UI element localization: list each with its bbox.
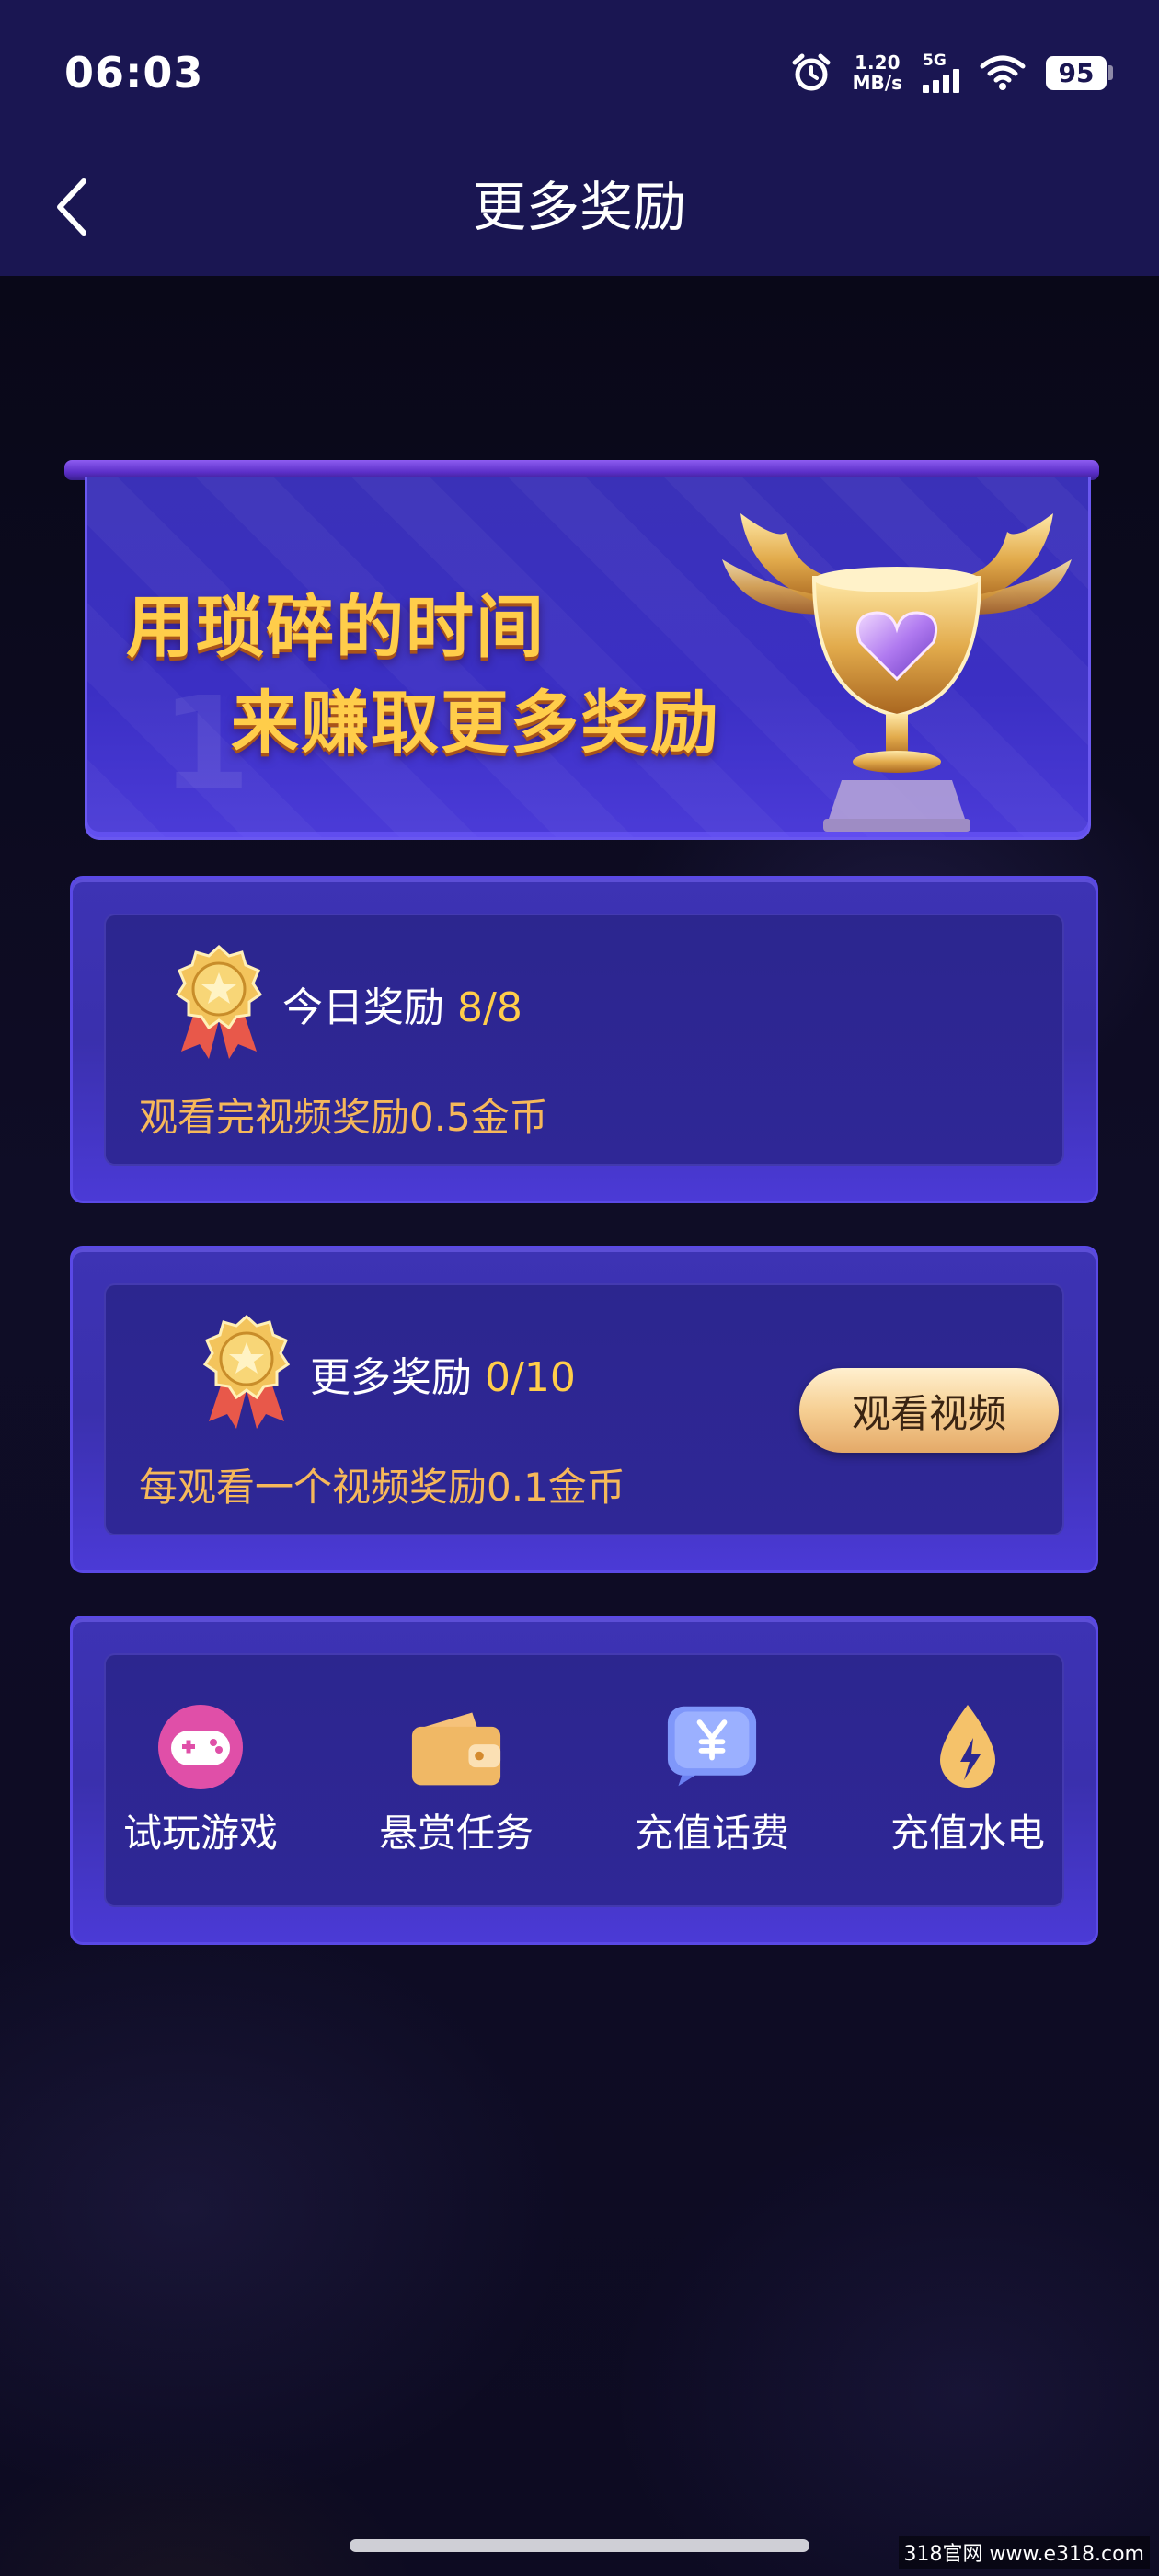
alarm-clock-icon [792, 53, 831, 91]
battery-indicator: 95 [1046, 55, 1113, 90]
today-reward-label: 今日奖励 [282, 984, 444, 1031]
today-reward-card: 今日奖励 8/8 观看完视频奖励0.5金币 [70, 876, 1098, 1203]
shortcut-grid: 试玩游戏 悬赏任务 充值话费 充值水电 [73, 1701, 1096, 1858]
watch-video-button[interactable]: 观看视频 [799, 1368, 1059, 1453]
status-icons: 1.20 MB/s 5G 95 [790, 52, 1113, 94]
today-reward-description: 观看完视频奖励0.5金币 [139, 1095, 548, 1140]
network-speed-unit: MB/s [852, 72, 902, 94]
wifi-icon [980, 55, 1026, 90]
battery-tip [1108, 65, 1113, 80]
shortcut-label: 充值水电 [889, 1811, 1045, 1856]
gold-medal-icon [175, 944, 263, 1059]
yuan-chat-icon [666, 1701, 758, 1793]
banner-headline-line1: 用琐碎的时间 [126, 588, 545, 667]
status-time: 06:03 [64, 48, 204, 98]
shortcut-label: 试玩游戏 [122, 1811, 278, 1856]
more-reward-card: 更多奖励 0/10 每观看一个视频奖励0.1金币 观看视频 [70, 1246, 1098, 1573]
more-reward-description: 每观看一个视频奖励0.1金币 [139, 1465, 625, 1510]
wallet-icon [410, 1701, 502, 1793]
winged-trophy-icon [722, 513, 1072, 832]
gamepad-icon [155, 1701, 247, 1793]
shortcut-label: 悬赏任务 [378, 1811, 534, 1856]
shortcut-phone-recharge[interactable]: 充值话费 [584, 1701, 840, 1858]
shortcuts-card: 试玩游戏 悬赏任务 充值话费 充值水电 [70, 1616, 1098, 1945]
network-speed: 1.20 MB/s [853, 52, 902, 93]
more-reward-title: 更多奖励 0/10 [310, 1344, 576, 1403]
today-reward-title: 今日奖励 8/8 [282, 974, 522, 1033]
network-type: 5G [923, 51, 947, 70]
battery-level: 95 [1046, 55, 1107, 90]
network-speed-value: 1.20 [855, 52, 901, 74]
top-bar: 06:03 1.20 MB/s 5G 95 更多奖励 [0, 0, 1159, 276]
shortcut-label: 充值话费 [634, 1811, 789, 1856]
today-reward-count: 8/8 [457, 984, 522, 1031]
more-reward-label: 更多奖励 [310, 1354, 472, 1401]
shortcut-utility-recharge[interactable]: 充值水电 [840, 1701, 1096, 1858]
promo-banner: 1 用琐碎的时间 来赚取更多奖励 [85, 477, 1091, 840]
shortcut-bounty-tasks[interactable]: 悬赏任务 [328, 1701, 584, 1858]
site-watermark: 318官网 www.e318.com [898, 2536, 1150, 2569]
cellular-signal: 5G [923, 51, 959, 93]
more-reward-count: 0/10 [485, 1354, 576, 1401]
signal-bars-icon [923, 68, 959, 93]
banner-headline-line2: 来赚取更多奖励 [231, 684, 720, 763]
shortcut-try-games[interactable]: 试玩游戏 [73, 1701, 328, 1858]
page-title: 更多奖励 [472, 176, 686, 238]
water-drop-icon [922, 1701, 1014, 1793]
home-indicator[interactable] [350, 2539, 809, 2552]
gold-medal-icon [202, 1314, 291, 1429]
